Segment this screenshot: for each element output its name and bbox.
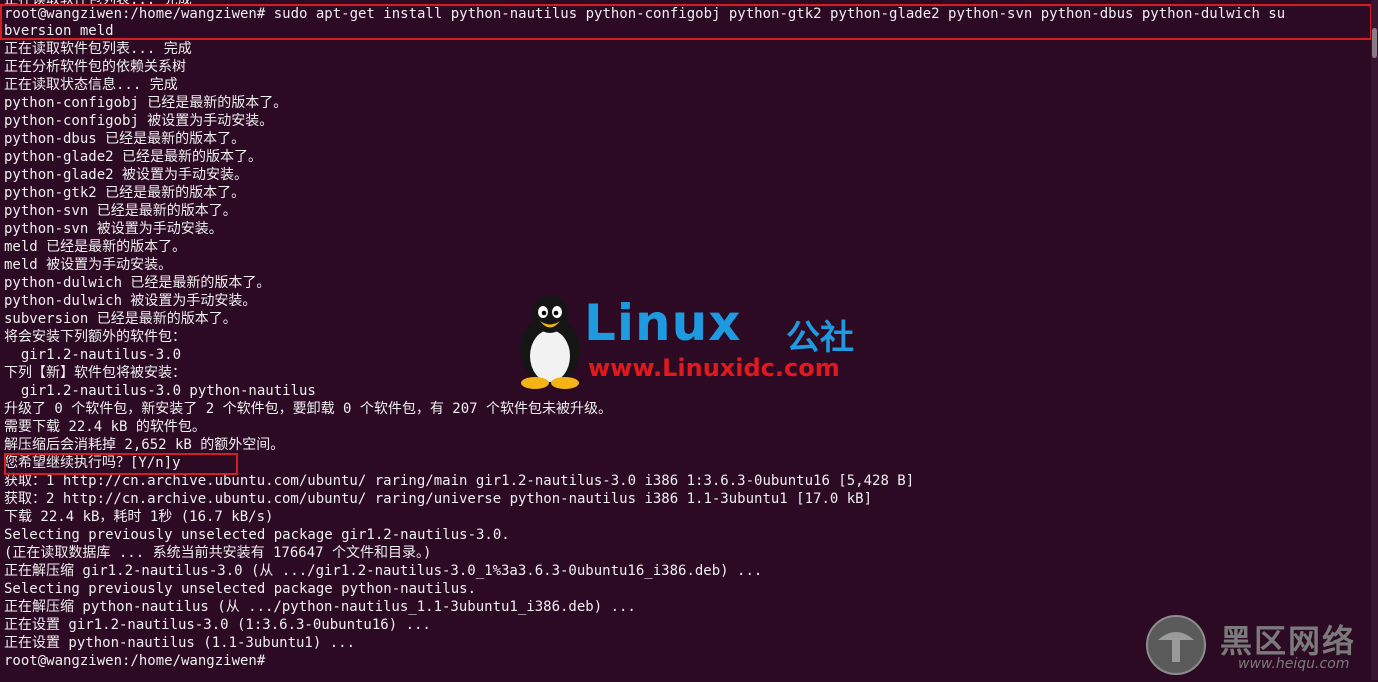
terminal-line: python-glade2 已经是最新的版本了。 — [4, 149, 263, 165]
terminal-scrollbar[interactable] — [1371, 0, 1378, 680]
terminal-line: python-dulwich 被设置为手动安装。 — [4, 293, 257, 309]
terminal-line: 需要下载 22.4 kB 的软件包。 — [4, 419, 206, 435]
terminal-line: python-configobj 被设置为手动安装。 — [4, 113, 274, 129]
terminal-line: subversion 已经是最新的版本了。 — [4, 311, 237, 327]
linux-watermark: Linux 公社 www.Linuxidc.com — [510, 290, 870, 390]
heiqu-url-text: www.heiqu.com — [1238, 656, 1350, 672]
terminal-line: python-glade2 被设置为手动安装。 — [4, 167, 249, 183]
terminal-line: 正在解压缩 python-nautilus (从 .../python-naut… — [4, 599, 636, 615]
heiqu-logo-icon — [1146, 615, 1206, 675]
terminal-line: 正在分析软件包的依赖关系树 — [4, 59, 186, 75]
linux-suffix-text: 公社 — [786, 318, 854, 358]
terminal-line: python-gtk2 已经是最新的版本了。 — [4, 185, 246, 201]
terminal-line: python-configobj 已经是最新的版本了。 — [4, 95, 288, 111]
terminal-line: 升级了 0 个软件包，新安装了 2 个软件包，要卸载 0 个软件包，有 207 … — [4, 401, 612, 417]
terminal-line: python-dulwich 已经是最新的版本了。 — [4, 275, 271, 291]
terminal-line: 正在设置 python-nautilus (1.1-3ubuntu1) ... — [4, 635, 356, 651]
terminal-line: 正在读取软件包列表... 完成 — [4, 41, 192, 57]
terminal-line: 下列【新】软件包将被安装： — [4, 365, 186, 381]
terminal-line: gir1.2-nautilus-3.0 python-nautilus — [4, 383, 316, 399]
terminal-line: 获取：2 http://cn.archive.ubuntu.com/ubuntu… — [4, 491, 873, 507]
scrollbar-thumb[interactable] — [1372, 28, 1377, 58]
terminal-line: gir1.2-nautilus-3.0 — [4, 347, 182, 363]
terminal-line: (正在读取数据库 ... 系统当前共安装有 176647 个文件和目录。) — [4, 545, 432, 561]
terminal-line: 正在读取状态信息... 完成 — [4, 77, 178, 93]
terminal-line: Selecting previously unselected package … — [4, 527, 510, 543]
terminal-line: 正在设置 gir1.2-nautilus-3.0 (1:3.6.3-0ubunt… — [4, 617, 431, 633]
terminal-line: 下载 22.4 kB，耗时 1秒 (16.7 kB/s) — [4, 509, 274, 525]
terminal-line: python-dbus 已经是最新的版本了。 — [4, 131, 246, 147]
terminal-line: python-svn 已经是最新的版本了。 — [4, 203, 237, 219]
command-highlight-box — [0, 4, 1372, 40]
linux-url-text: www.Linuxidc.com — [588, 354, 840, 382]
terminal-line: python-svn 被设置为手动安装。 — [4, 221, 223, 237]
terminal-prompt-line: root@wangziwen:/home/wangziwen# — [4, 653, 274, 669]
terminal-line: meld 已经是最新的版本了。 — [4, 239, 187, 255]
prompt-highlight-box — [4, 453, 238, 475]
linux-brand-text: Linux — [584, 294, 742, 352]
terminal-line: 将会安装下列额外的软件包： — [4, 329, 186, 345]
heiqu-watermark: 黑区网络 www.heiqu.com — [1142, 612, 1372, 678]
terminal-line: 解压缩后会消耗掉 2,652 kB 的额外空间。 — [4, 437, 285, 453]
terminal-line: Selecting previously unselected package … — [4, 581, 477, 597]
terminal-line: 正在解压缩 gir1.2-nautilus-3.0 (从 .../gir1.2-… — [4, 563, 763, 579]
terminal-line: meld 被设置为手动安装。 — [4, 257, 173, 273]
